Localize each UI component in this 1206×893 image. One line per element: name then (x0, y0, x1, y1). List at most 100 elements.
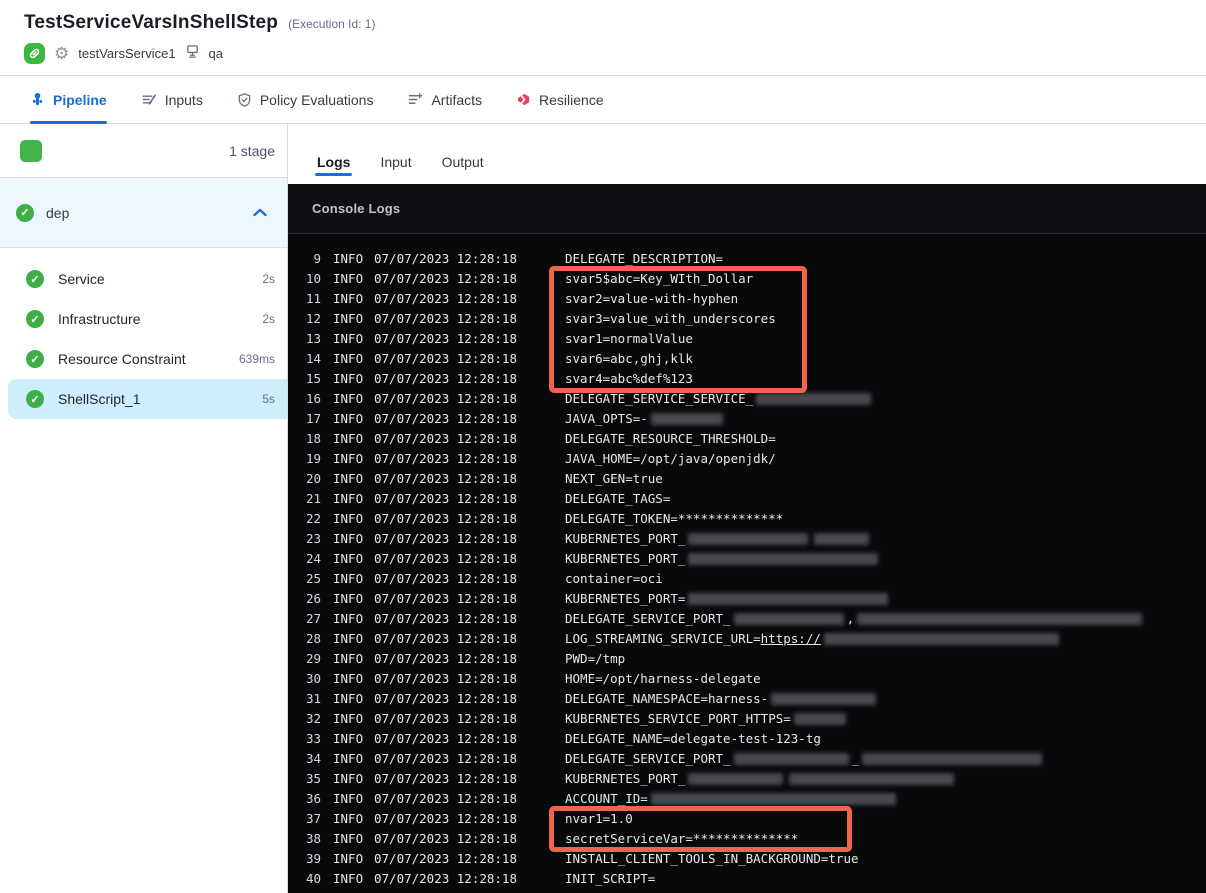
log-timestamp: 07/07/2023 12:28:18 (374, 350, 517, 366)
log-message: DELEGATE_TOKEN=************** (565, 510, 784, 526)
log-message: svar2=value-with-hyphen (565, 290, 739, 306)
log-timestamp: 07/07/2023 12:28:18 (374, 330, 517, 346)
log-timestamp: 07/07/2023 12:28:18 (374, 430, 517, 446)
log-line-number: 30 (305, 670, 321, 686)
tab-inputs[interactable]: Inputs (141, 76, 203, 123)
step-row-resource-constraint[interactable]: ✓ Resource Constraint 639ms (0, 339, 287, 379)
log-timestamp: 07/07/2023 12:28:18 (374, 570, 517, 586)
log-timestamp: 07/07/2023 12:28:18 (374, 790, 517, 806)
redacted-value (823, 633, 1059, 645)
step-row-infrastructure[interactable]: ✓ Infrastructure 2s (0, 299, 287, 339)
log-level: INFO (333, 350, 364, 366)
log-line-number: 11 (305, 290, 321, 306)
shield-check-icon (237, 92, 252, 108)
log-message: svar4=abc%def%123 (565, 370, 693, 386)
log-line-number: 15 (305, 370, 321, 386)
log-message: DELEGATE_TAGS= (565, 490, 671, 506)
log-level: INFO (333, 810, 364, 826)
redacted-value (789, 773, 955, 785)
step-label: Service (58, 271, 105, 287)
service-name[interactable]: testVarsService1 (78, 46, 175, 61)
log-line-number: 24 (305, 550, 321, 566)
step-details-panel: Logs Input Output Console Logs 9 INFO 07/0… (288, 124, 1206, 893)
tab-logs-label: Logs (317, 154, 351, 170)
log-line-32: 32 INFO 07/07/2023 12:28:18 KUBERNETES_SERV… (288, 708, 1206, 728)
log-timestamp: 07/07/2023 12:28:18 (374, 850, 517, 866)
log-line-number: 12 (305, 310, 321, 326)
log-level: INFO (333, 530, 364, 546)
log-message: secretServiceVar=************** (565, 830, 799, 846)
tab-resilience[interactable]: Resilience (516, 76, 604, 123)
log-line-24: 24 INFO 07/07/2023 12:28:18 KUBERNETES_PORT… (288, 548, 1206, 568)
log-line-number: 27 (305, 610, 321, 626)
log-message: PWD=/tmp (565, 650, 626, 666)
tab-output[interactable]: Output (442, 154, 484, 184)
stage-group-name: dep (46, 204, 70, 221)
log-line-number: 33 (305, 730, 321, 746)
log-message: JAVA_OPTS=- (565, 411, 726, 426)
log-timestamp: 07/07/2023 12:28:18 (374, 270, 517, 286)
log-message: DELEGATE_RESOURCE_THRESHOLD= (565, 430, 776, 446)
log-list[interactable]: 9 INFO 07/07/2023 12:28:18 DELEGATE_DESCRIP… (288, 234, 1206, 888)
log-message: INSTALL_CLIENT_TOOLS_IN_BACKGROUND=true (565, 850, 859, 866)
log-level: INFO (333, 590, 364, 606)
log-message: HOME=/opt/harness-delegate (565, 670, 761, 686)
log-line-10: 10 INFO 07/07/2023 12:28:18 svar5$abc=Key_W… (288, 268, 1206, 288)
log-line-number: 38 (305, 830, 321, 846)
redacted-value (814, 533, 870, 545)
log-message: LOG_STREAMING_SERVICE_URL= https:// (565, 631, 1062, 646)
log-line-number: 14 (305, 350, 321, 366)
log-line-number: 20 (305, 470, 321, 486)
log-line-number: 39 (305, 850, 321, 866)
step-label: Infrastructure (58, 311, 141, 327)
tab-pipeline[interactable]: Pipeline (30, 76, 107, 124)
tab-artifacts[interactable]: Artifacts (407, 76, 482, 123)
log-message: nvar1=1.0 (565, 810, 633, 826)
redacted-value (688, 773, 784, 785)
step-duration: 639ms (238, 352, 275, 366)
log-message: INIT_SCRIPT= (565, 870, 656, 886)
log-line-13: 13 INFO 07/07/2023 12:28:18 svar1=normalVal… (288, 328, 1206, 348)
app-window: TestServiceVarsInShellStep (Execution Id… (0, 0, 1206, 893)
log-level: INFO (333, 290, 364, 306)
step-label: Resource Constraint (58, 351, 186, 367)
log-timestamp: 07/07/2023 12:28:18 (374, 510, 517, 526)
log-line-number: 18 (305, 430, 321, 446)
redacted-value (857, 613, 1143, 625)
execution-sidebar: 1 stage ✓ dep ✓ Service 2s ✓ Infrastructure 2… (0, 124, 288, 893)
log-timestamp: 07/07/2023 12:28:18 (374, 690, 517, 706)
success-check-icon: ✓ (26, 350, 44, 368)
step-row-shellscript-1[interactable]: ✓ ShellScript_1 5s (8, 379, 287, 419)
log-level: INFO (333, 650, 364, 666)
chevron-up-icon[interactable] (253, 204, 267, 222)
log-level: INFO (333, 730, 364, 746)
stage-group-dep[interactable]: ✓ dep (0, 178, 287, 248)
log-line-9: 9 INFO 07/07/2023 12:28:18 DELEGATE_DESCRIP… (288, 248, 1206, 268)
log-level: INFO (333, 250, 364, 266)
log-line-number: 13 (305, 330, 321, 346)
log-line-15: 15 INFO 07/07/2023 12:28:18 svar4=abc%def%1… (288, 368, 1206, 388)
log-line-number: 23 (305, 530, 321, 546)
log-level: INFO (333, 630, 364, 646)
log-timestamp: 07/07/2023 12:28:18 (374, 310, 517, 326)
log-line-26: 26 INFO 07/07/2023 12:28:18 KUBERNETES_PORT… (288, 588, 1206, 608)
tab-logs[interactable]: Logs (314, 154, 353, 184)
pipeline-icon (30, 92, 45, 108)
log-level: INFO (333, 550, 364, 566)
log-timestamp: 07/07/2023 12:28:18 (374, 250, 517, 266)
redacted-value (650, 413, 723, 425)
tab-policy-evaluations[interactable]: Policy Evaluations (237, 76, 373, 123)
log-line-20: 20 INFO 07/07/2023 12:28:18 NEXT_GEN=true (288, 468, 1206, 488)
log-link[interactable]: https:// (761, 631, 821, 646)
environment-name[interactable]: qa (209, 46, 223, 61)
redacted-value (733, 613, 844, 625)
log-message: KUBERNETES_SERVICE_PORT_HTTPS= (565, 711, 849, 726)
log-level: INFO (333, 790, 364, 806)
redacted-value (756, 393, 872, 405)
log-line-19: 19 INFO 07/07/2023 12:28:18 JAVA_HOME=/opt/… (288, 448, 1206, 468)
console-logs-header[interactable]: Console Logs (288, 184, 1206, 234)
log-message: KUBERNETES_PORT= (565, 591, 891, 606)
tab-input[interactable]: Input (380, 154, 411, 184)
log-line-number: 32 (305, 710, 321, 726)
step-row-service[interactable]: ✓ Service 2s (0, 259, 287, 299)
